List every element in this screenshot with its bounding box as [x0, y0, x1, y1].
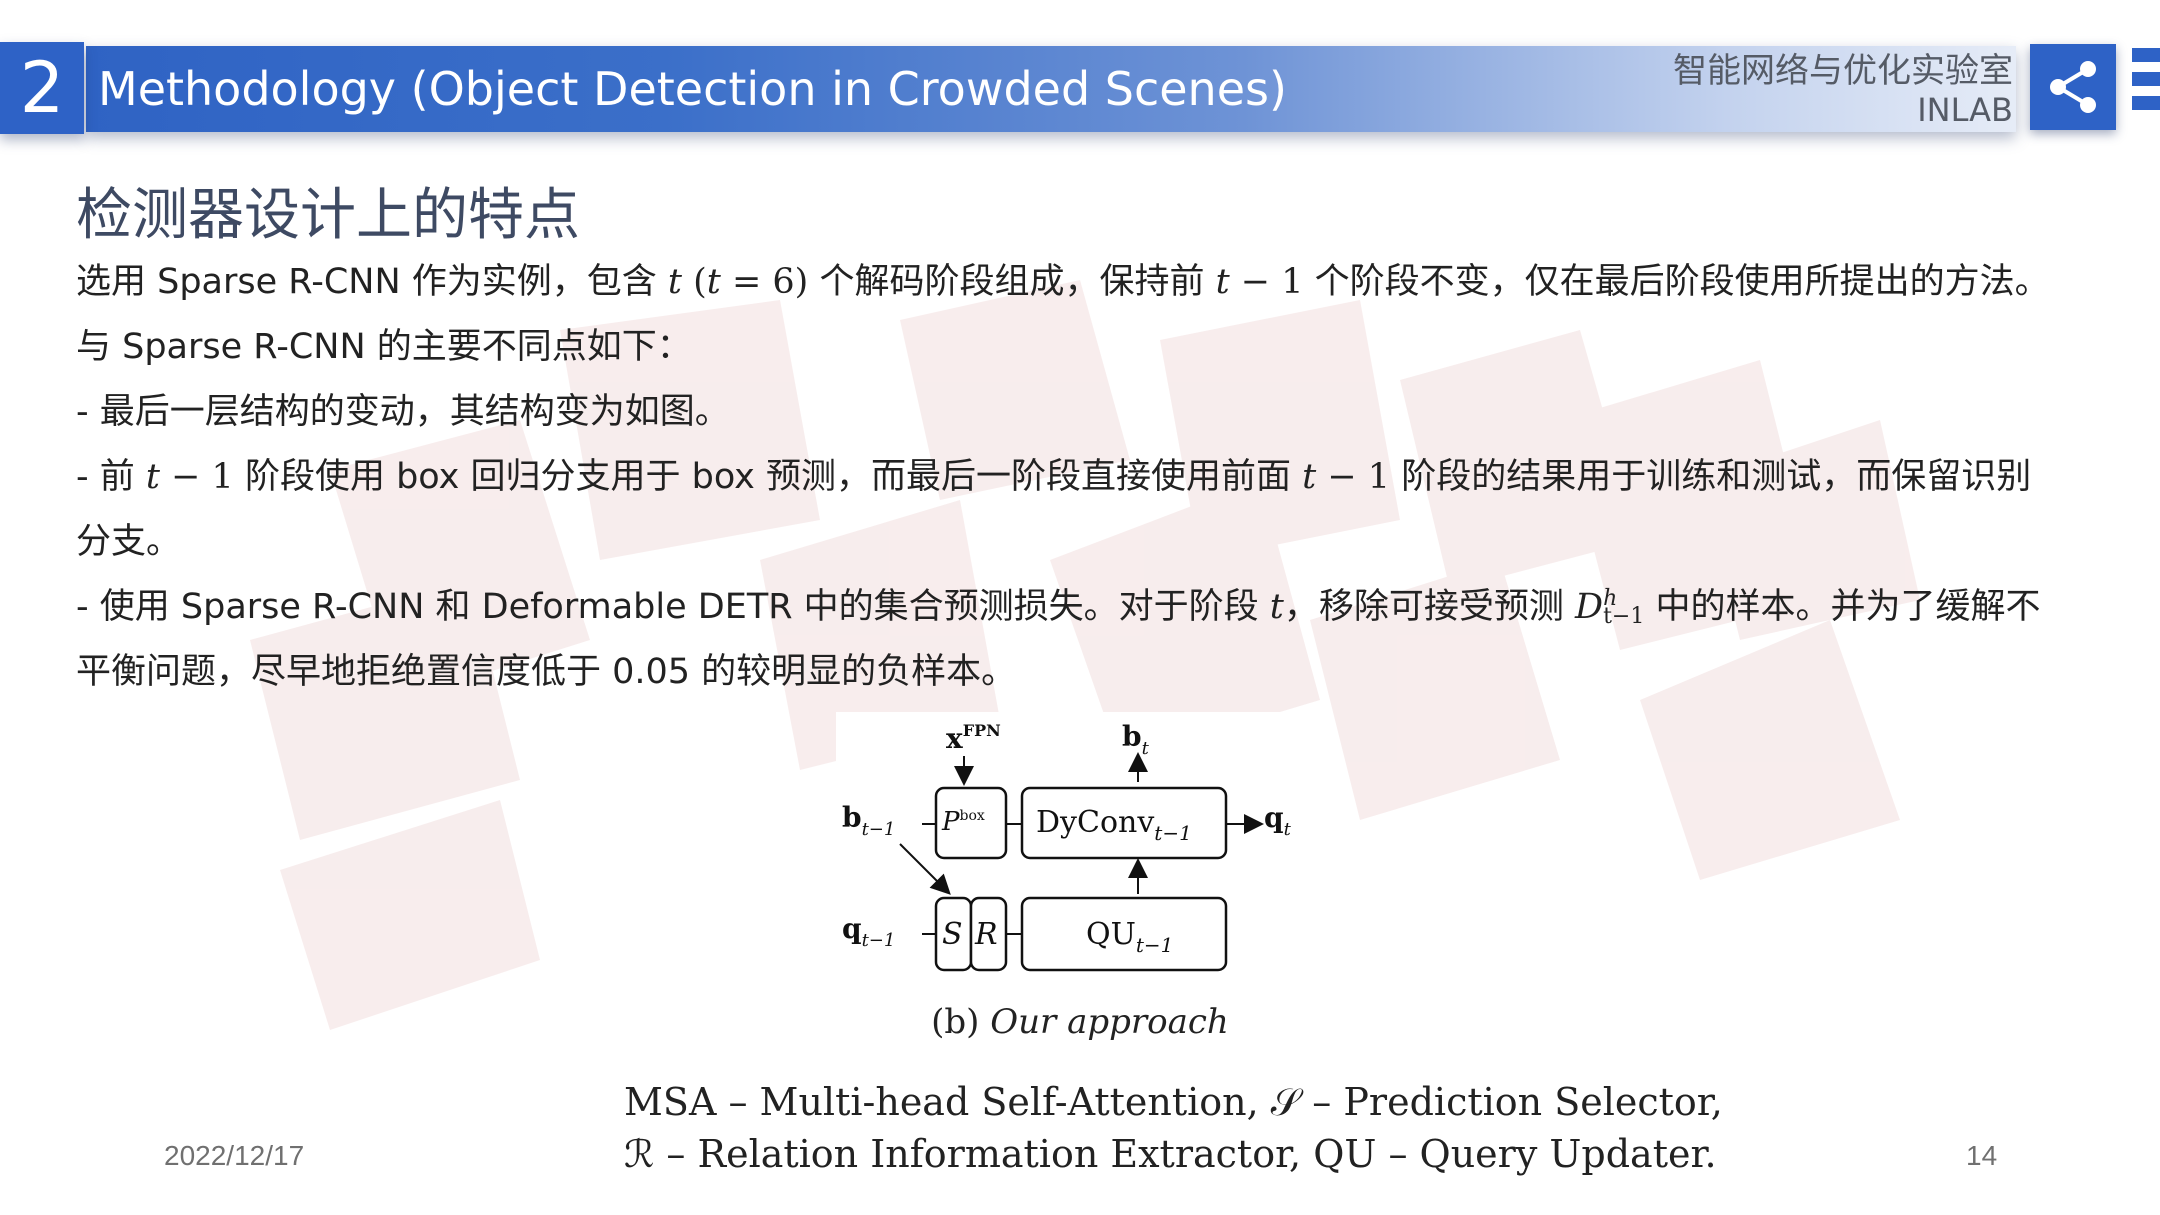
slide-body: 选用 Sparse R-CNN 作为实例，包含 t (t = 6) 个解码阶段组… — [76, 256, 2096, 711]
share-icon — [2050, 61, 2096, 113]
lab-abbreviation: INLAB — [1917, 91, 2013, 129]
svg-text:R: R — [974, 917, 998, 952]
legend-line-2: ℛ – Relation Information Extractor, QU –… — [624, 1132, 1717, 1176]
header-bar: 2 Methodology (Object Detection in Crowd… — [0, 42, 2160, 134]
body-line-1: 选用 Sparse R-CNN 作为实例，包含 t (t = 6) 个解码阶段组… — [76, 262, 2050, 302]
page-number: 14 — [1966, 1140, 1998, 1171]
body-line-3: - 最后一层结构的变动，其结构变为如图。 — [76, 392, 730, 432]
body-line-6: - 使用 Sparse R-CNN 和 Deformable DETR 中的集合… — [76, 586, 2041, 629]
b-prev-label: bt−1 — [842, 801, 895, 840]
share-button[interactable] — [2030, 44, 2116, 130]
lab-name: 智能网络与优化实验室 — [1673, 51, 2013, 91]
slide-section-title: Methodology (Object Detection in Crowded… — [98, 62, 1287, 116]
q-t-label: qt — [1264, 801, 1292, 840]
section-number: 2 — [0, 42, 84, 134]
figure-caption: (b) Our approach — [931, 1002, 1229, 1042]
body-line-7: 平衡问题，尽早地拒绝置信度低于 0.05 的较明显的负样本。 — [76, 652, 1017, 692]
architecture-diagram: xFPN bt bt−1 Pbox DyConvt−1 qt qt−1 S R — [836, 712, 1324, 1012]
x-fpn-label: xFPN — [946, 721, 1001, 755]
slide-subtitle: 检测器设计上的特点 — [76, 183, 580, 248]
b-t-label: bt — [1122, 720, 1150, 759]
body-line-5: 分支。 — [76, 522, 182, 562]
side-menu-tab[interactable] — [2132, 48, 2160, 132]
slide-date: 2022/12/17 — [164, 1140, 305, 1171]
q-prev-label: qt−1 — [842, 912, 895, 951]
body-line-4: - 前 t − 1 阶段使用 box 回归分支用于 box 预测，而最后一阶段直… — [76, 457, 2032, 497]
svg-text:S: S — [942, 917, 963, 952]
diagram-svg: xFPN bt bt−1 Pbox DyConvt−1 qt qt−1 S R — [842, 720, 1292, 972]
figure-legend: MSA – Multi-head Self-Attention, 𝒮 – Pre… — [624, 1076, 1723, 1180]
legend-line-1: MSA – Multi-head Self-Attention, 𝒮 – Pre… — [624, 1080, 1723, 1124]
body-line-2: 与 Sparse R-CNN 的主要不同点如下： — [76, 327, 692, 367]
